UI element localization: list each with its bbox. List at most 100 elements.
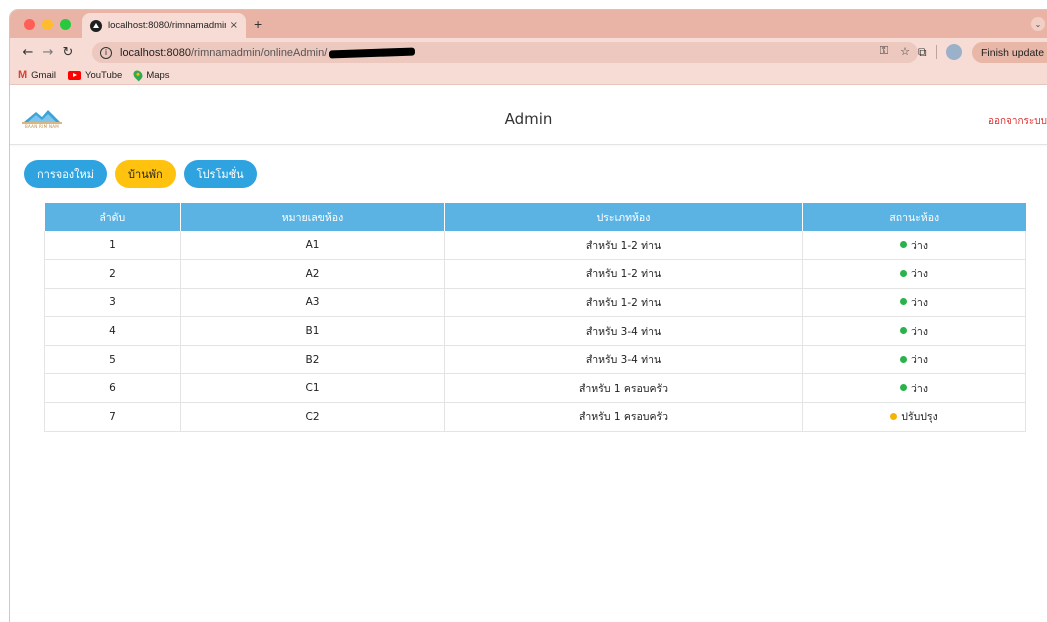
toolbar-divider <box>935 45 937 59</box>
cell-room: B1 <box>180 316 445 346</box>
table-row: 4 B1 สำหรับ 3-4 ท่าน ว่าง <box>44 316 1026 346</box>
page-content: BAAN RIM NAM Admin ออกจากระบบ การจองใหม่… <box>10 96 1047 622</box>
profile-avatar[interactable] <box>945 44 962 60</box>
status-label: ว่าง <box>911 296 928 309</box>
minimize-window-button[interactable] <box>42 19 53 30</box>
cell-room: C2 <box>180 402 445 432</box>
bookmark-label: Gmail <box>31 69 56 81</box>
cell-no: 4 <box>44 316 181 346</box>
bookmark-label: Maps <box>146 69 170 81</box>
url-host: localhost:8080 <box>120 46 191 59</box>
address-bar[interactable]: i localhost:8080/rimnamadmin/onlineAdmin… <box>92 42 918 63</box>
table-row: 2 A2 สำหรับ 1-2 ท่าน ว่าง <box>44 259 1026 289</box>
cell-status: ว่าง <box>802 288 1026 318</box>
cell-type: สำหรับ 1-2 ท่าน <box>444 288 803 318</box>
status-dot-icon <box>900 327 908 335</box>
cell-room: A1 <box>180 231 445 261</box>
table-row: 3 A3 สำหรับ 1-2 ท่าน ว่าง <box>44 288 1026 318</box>
table-row: 6 C1 สำหรับ 1 ครอบครัว ว่าง <box>44 373 1026 404</box>
redacted-url-segment <box>329 47 416 58</box>
bookmark-youtube[interactable]: YouTube <box>67 69 123 81</box>
finish-update-label: Finish update <box>981 46 1045 59</box>
table-row: 1 A1 สำหรับ 1-2 ท่าน ว่าง <box>44 231 1026 261</box>
bookmark-label: YouTube <box>84 69 123 81</box>
cell-status: ว่าง <box>802 231 1026 261</box>
table-row: 5 B2 สำหรับ 3-4 ท่าน ว่าง <box>44 345 1026 375</box>
action-buttons: การจองใหม่ บ้านพัก โปรโมชั่น <box>24 160 257 188</box>
column-header-type: ประเภทห้อง <box>444 203 803 231</box>
cell-type: สำหรับ 1 ครอบครัว <box>444 402 803 432</box>
extension-area: ⧉ <box>918 44 962 60</box>
browser-tab-active[interactable]: localhost:8080/rimnamadmin × <box>82 13 246 38</box>
forward-arrow-icon[interactable]: → <box>38 45 58 60</box>
cell-type: สำหรับ 3-4 ท่าน <box>444 316 803 346</box>
status-dot-icon <box>900 269 908 277</box>
close-window-button[interactable] <box>24 19 35 30</box>
cell-room: A3 <box>180 288 445 318</box>
cell-status: ว่าง <box>802 345 1026 375</box>
cell-status: ว่าง <box>802 259 1026 289</box>
tab-strip: localhost:8080/rimnamadmin × + ⌄ <box>10 10 1047 38</box>
cell-status: ปรับปรุง <box>802 402 1026 432</box>
cell-type: สำหรับ 1-2 ท่าน <box>444 231 803 261</box>
bookmark-gmail[interactable]: M Gmail <box>18 69 56 81</box>
table-row: 7 C2 สำหรับ 1 ครอบครัว ปรับปรุง <box>44 402 1026 432</box>
cell-type: สำหรับ 1-2 ท่าน <box>444 259 803 289</box>
new-booking-button[interactable]: การจองใหม่ <box>24 160 108 188</box>
status-label: ว่าง <box>911 239 928 252</box>
page-title: Admin <box>504 110 553 128</box>
cell-status: ว่าง <box>802 373 1026 404</box>
site-header: BAAN RIM NAM Admin ออกจากระบบ <box>10 96 1047 145</box>
cell-no: 2 <box>44 259 181 289</box>
cell-status: ว่าง <box>802 316 1026 346</box>
reload-icon[interactable]: ↻ <box>58 45 78 60</box>
site-favicon-icon <box>90 19 102 32</box>
promotions-button[interactable]: โปรโมชั่น <box>183 160 257 188</box>
cell-no: 1 <box>44 231 181 261</box>
extensions-puzzle-icon[interactable]: ⧉ <box>918 45 927 60</box>
cell-room: C1 <box>180 373 445 404</box>
cell-room: A2 <box>180 259 445 289</box>
window-controls <box>24 19 71 30</box>
rooms-table-container: ลำดับ หมายเลขห้อง ประเภทห้อง สถานะห้อง 1… <box>44 203 1026 432</box>
houses-button[interactable]: บ้านพัก <box>115 160 176 188</box>
status-label: ว่าง <box>911 354 928 367</box>
status-dot-icon <box>900 241 908 249</box>
site-info-icon[interactable]: i <box>100 46 112 59</box>
bookmarks-bar: M Gmail YouTube Maps <box>10 66 1047 85</box>
maximize-window-button[interactable] <box>60 19 71 30</box>
cell-no: 3 <box>44 288 181 318</box>
status-dot-icon <box>900 355 908 363</box>
cell-no: 5 <box>44 345 181 375</box>
bookmark-star-icon[interactable]: ☆ <box>900 45 910 58</box>
tab-search-chevron-icon[interactable]: ⌄ <box>1031 17 1045 31</box>
status-dot-icon <box>890 412 898 420</box>
table-header-row: ลำดับ หมายเลขห้อง ประเภทห้อง สถานะห้อง <box>44 203 1026 231</box>
maps-icon <box>131 68 145 82</box>
status-dot-icon <box>900 384 908 392</box>
tab-title: localhost:8080/rimnamadmin <box>108 20 226 31</box>
gmail-icon: M <box>18 69 28 81</box>
status-dot-icon <box>900 298 908 306</box>
status-label: ว่าง <box>911 382 928 395</box>
cell-room: B2 <box>180 345 445 375</box>
column-header-status: สถานะห้อง <box>802 203 1026 231</box>
omnibox-icons: ⚿ ☆ <box>880 45 910 58</box>
column-header-no: ลำดับ <box>44 203 181 231</box>
cell-no: 7 <box>44 402 181 432</box>
url-path: /rimnamadmin/onlineAdmin/ <box>190 46 328 59</box>
status-label: ว่าง <box>911 325 928 338</box>
tab-close-icon[interactable]: × <box>230 20 238 31</box>
password-key-icon[interactable]: ⚿ <box>880 45 888 58</box>
cell-no: 6 <box>44 373 181 404</box>
new-tab-button[interactable]: + <box>254 16 262 32</box>
logout-link[interactable]: ออกจากระบบ <box>988 114 1047 129</box>
column-header-room: หมายเลขห้อง <box>180 203 445 231</box>
navigation-bar: ← → ↻ i localhost:8080/rimnamadmin/onlin… <box>10 38 1047 66</box>
back-arrow-icon[interactable]: ← <box>18 45 38 60</box>
bookmark-maps[interactable]: Maps <box>131 68 170 82</box>
youtube-icon <box>67 70 81 80</box>
cell-type: สำหรับ 3-4 ท่าน <box>444 345 803 375</box>
status-label: ว่าง <box>911 268 928 281</box>
finish-update-button[interactable]: Finish update ⋮ <box>972 42 1047 63</box>
